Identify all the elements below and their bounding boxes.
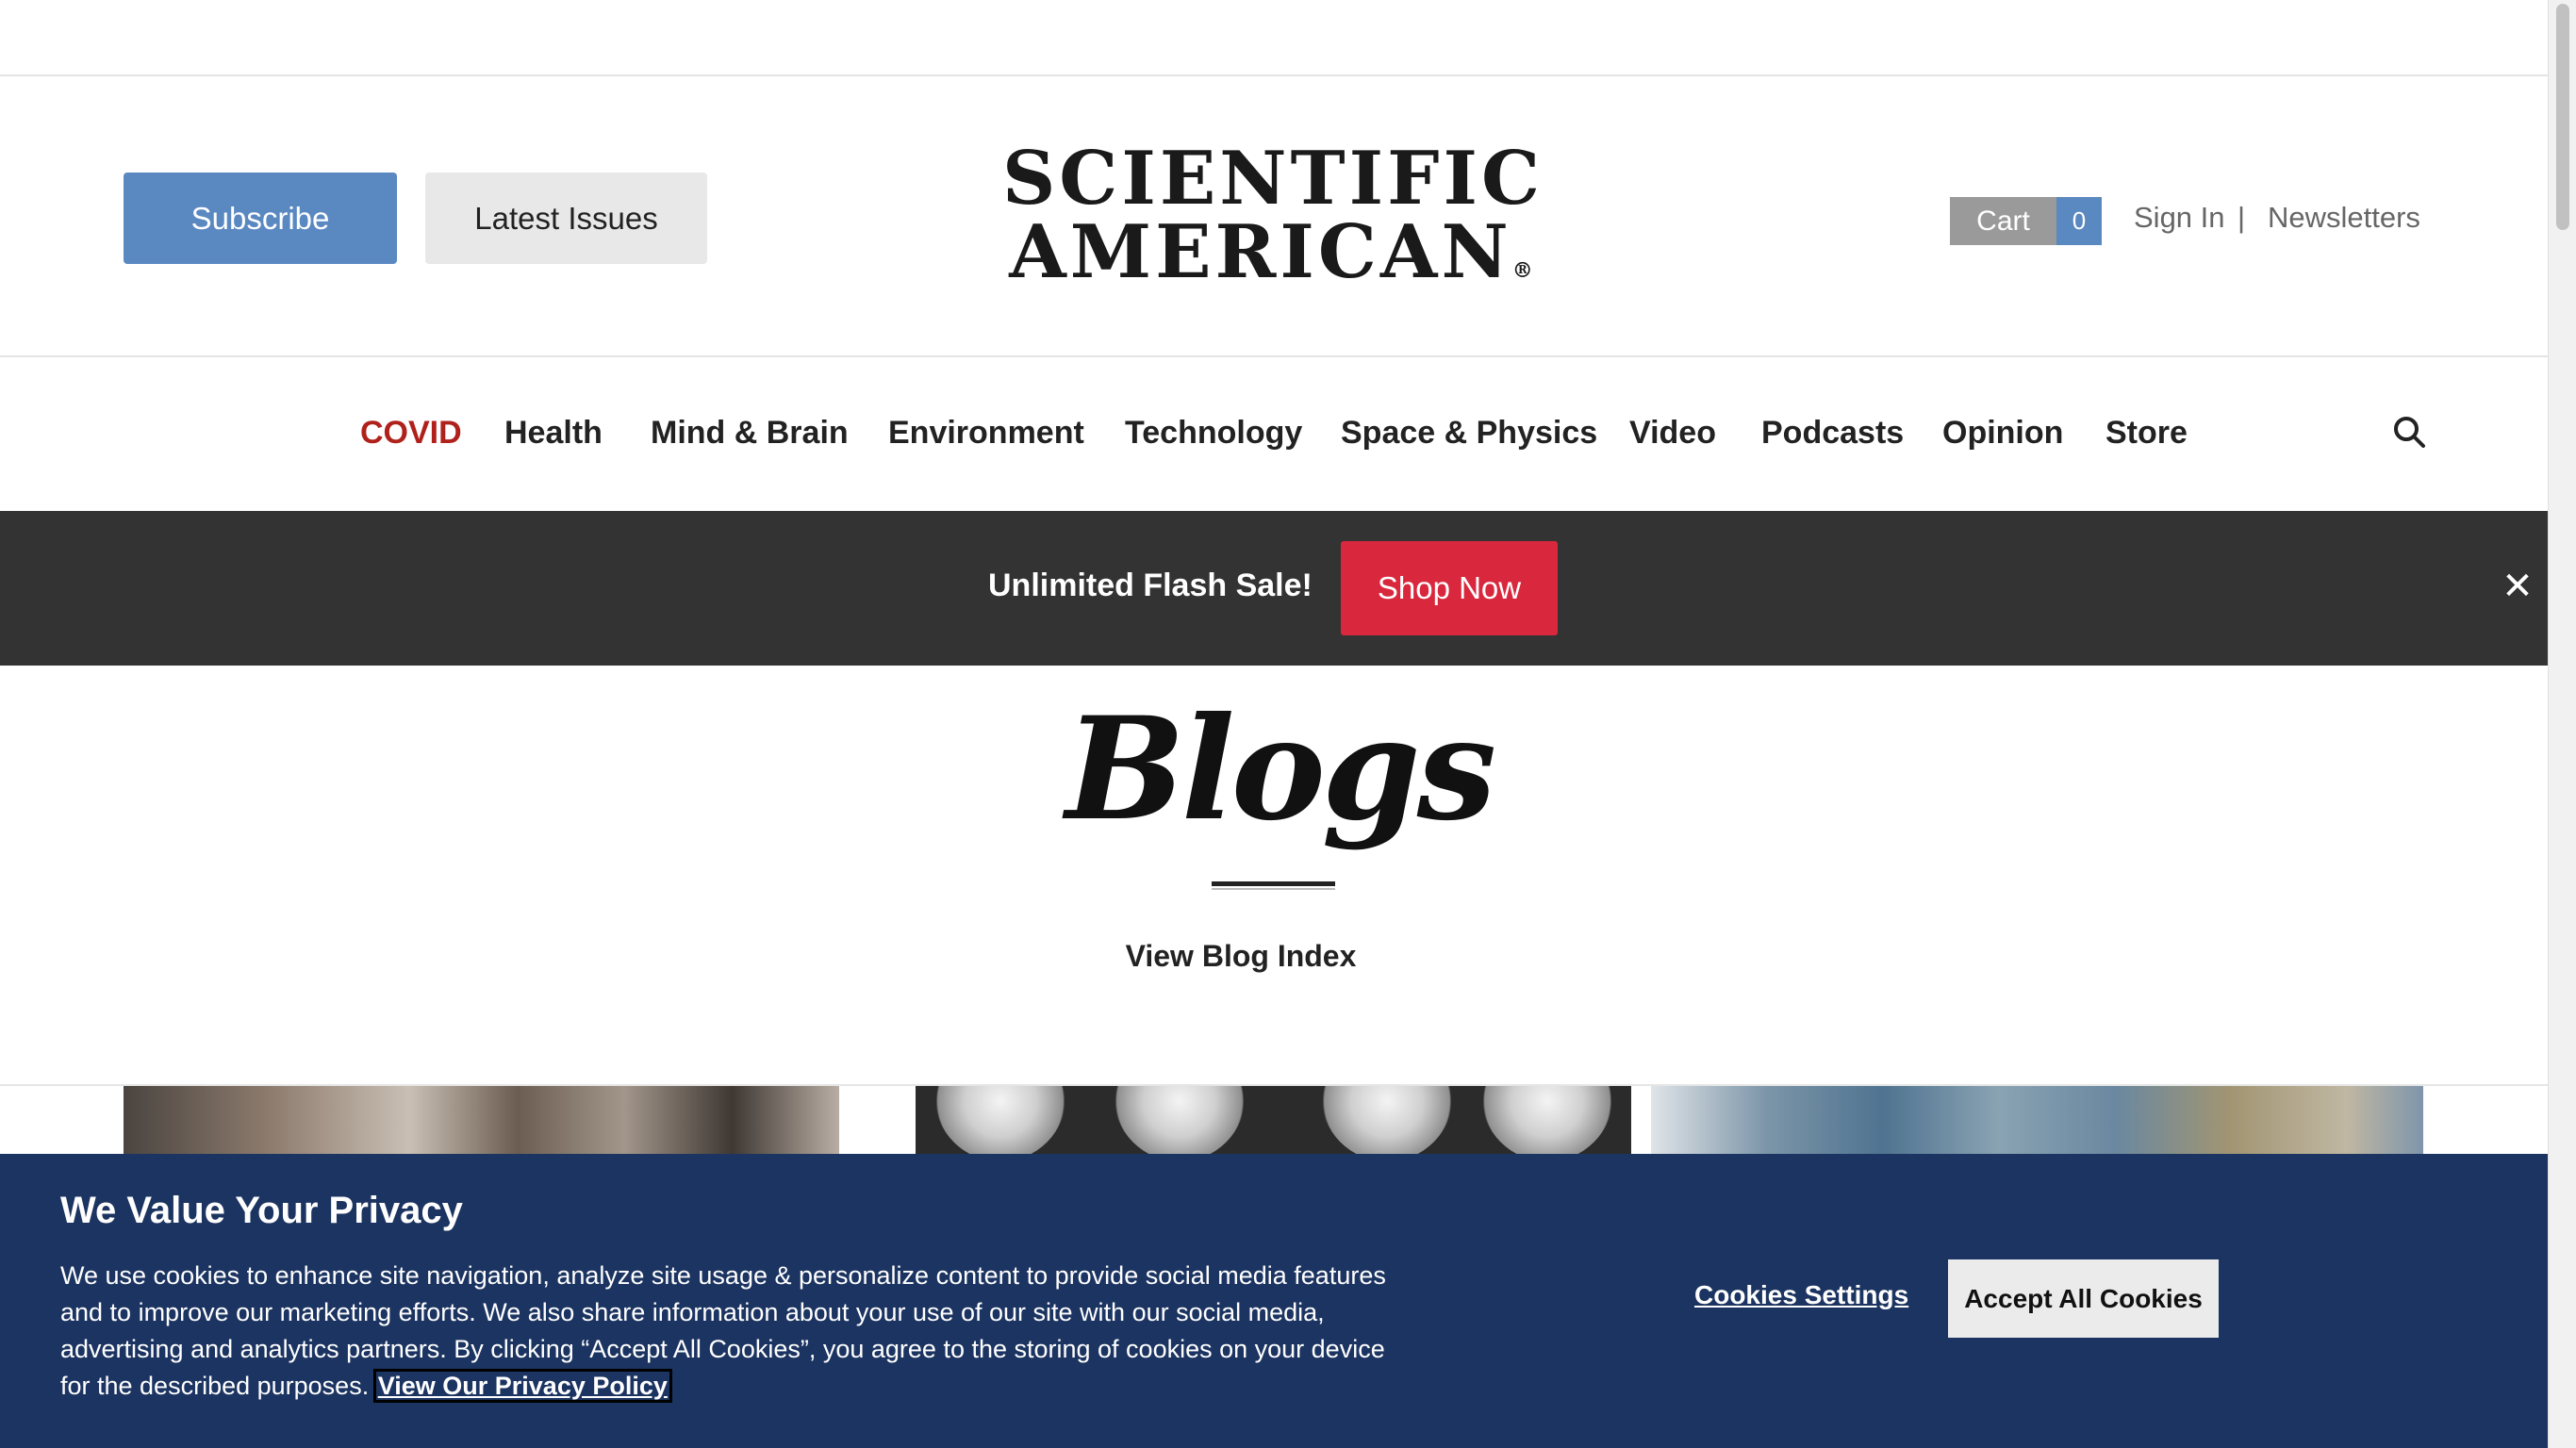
newsletters-link[interactable]: Newsletters [2268, 201, 2420, 235]
snowflake-image-part [1481, 1086, 1613, 1161]
main-nav: COVID Health Mind & Brain Environment Te… [0, 358, 2548, 511]
blog-card-image[interactable] [124, 1086, 839, 1161]
site-header: Subscribe Latest Issues SCIENTIFIC AMERI… [0, 76, 2548, 357]
nav-item-video[interactable]: Video [1629, 415, 1716, 452]
snowflake-image-part [1114, 1086, 1246, 1161]
view-blog-index-link[interactable]: View Blog Index [1037, 939, 1445, 974]
nav-item-podcasts[interactable]: Podcasts [1761, 415, 1904, 452]
logo-line-1: SCIENTIFIC [1001, 136, 1544, 222]
header-separator: | [2237, 201, 2246, 234]
subscribe-button[interactable]: Subscribe [124, 173, 397, 264]
title-divider [1212, 881, 1335, 886]
cookies-settings-button[interactable]: Cookies Settings [1694, 1280, 1908, 1310]
logo-line-2-text: AMERICAN [1009, 209, 1512, 295]
cart-count-badge: 0 [2056, 197, 2102, 245]
nav-item-technology[interactable]: Technology [1125, 415, 1302, 452]
nav-item-store[interactable]: Store [2105, 415, 2188, 452]
nav-item-environment[interactable]: Environment [888, 415, 1084, 452]
promo-text: Unlimited Flash Sale! [988, 568, 1313, 603]
close-icon[interactable]: ✕ [2501, 568, 2535, 605]
registered-mark: ® [1511, 258, 1537, 283]
snowflake-image-part [1321, 1086, 1453, 1161]
page-title: Blogs [1065, 686, 1496, 852]
nav-item-covid[interactable]: COVID [360, 415, 462, 452]
latest-issues-button[interactable]: Latest Issues [425, 173, 707, 264]
logo-line-2: AMERICAN® [990, 216, 1556, 307]
nav-item-health[interactable]: Health [504, 415, 603, 452]
scrollbar-thumb[interactable] [2556, 4, 2569, 230]
title-divider-shadow [1212, 888, 1335, 890]
sign-in-link[interactable]: Sign In [2134, 201, 2225, 235]
promo-banner: Unlimited Flash Sale! Shop Now ✕ [0, 511, 2548, 666]
blog-card-image[interactable] [1651, 1086, 2423, 1161]
cart-button[interactable]: Cart 0 [1950, 197, 2102, 245]
site-logo[interactable]: SCIENTIFIC AMERICAN® [990, 142, 1556, 307]
nav-item-mind-brain[interactable]: Mind & Brain [651, 415, 849, 452]
blog-card-image[interactable] [916, 1086, 1631, 1161]
cookie-banner-body: We use cookies to enhance site navigatio… [60, 1258, 1399, 1405]
snowflake-image-part [934, 1086, 1066, 1161]
cookie-banner-text: We use cookies to enhance site navigatio… [60, 1261, 1386, 1400]
cookie-banner-title: We Value Your Privacy [60, 1190, 463, 1231]
nav-item-opinion[interactable]: Opinion [1942, 415, 2063, 452]
browser-top-strip [0, 0, 2548, 76]
cart-label: Cart [1950, 197, 2056, 245]
nav-item-space-physics[interactable]: Space & Physics [1341, 415, 1597, 452]
search-icon[interactable] [2392, 415, 2426, 449]
shop-now-button[interactable]: Shop Now [1341, 541, 1558, 635]
accept-all-cookies-button[interactable]: Accept All Cookies [1948, 1259, 2219, 1338]
cookie-consent-banner: We Value Your Privacy We use cookies to … [0, 1154, 2548, 1448]
privacy-policy-link[interactable]: View Our Privacy Policy [372, 1369, 672, 1403]
page-scrollbar[interactable] [2548, 0, 2576, 1448]
